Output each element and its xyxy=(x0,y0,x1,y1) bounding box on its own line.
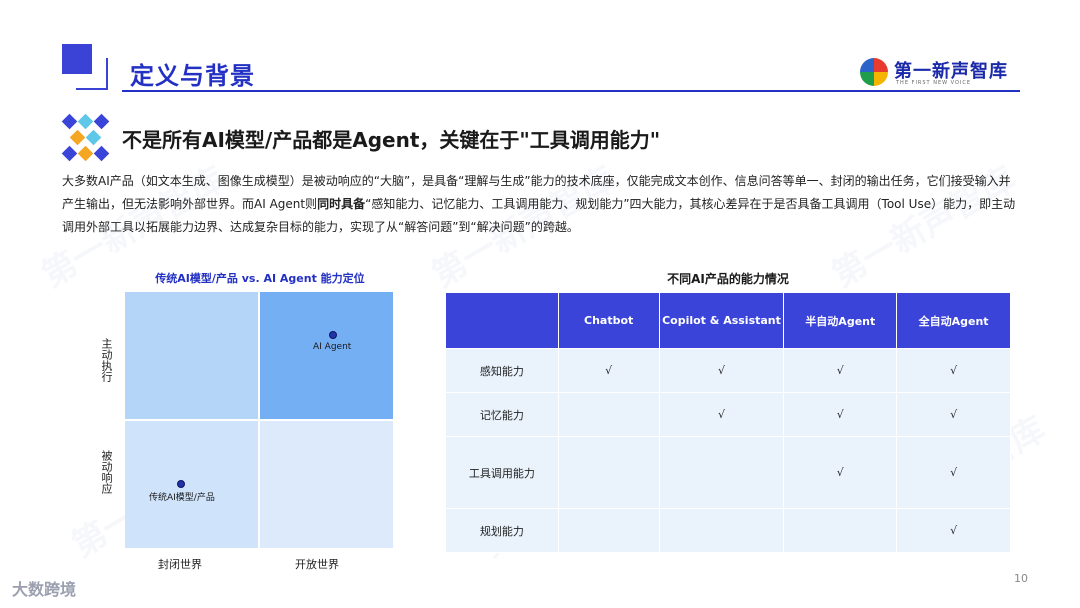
quadrant-cell xyxy=(125,421,258,548)
page-number: 10 xyxy=(1014,572,1028,585)
table-header-cell: 半自动Agent xyxy=(783,292,898,349)
diamond-grid-icon xyxy=(61,113,110,162)
brand-logo: 第一新声智库 THE FIRST NEW VOICE xyxy=(860,56,1010,90)
point-label-traditional-ai: 传统AI模型/产品 xyxy=(149,493,215,503)
table-cell: √ xyxy=(896,348,1011,393)
row-label: 记忆能力 xyxy=(445,392,559,437)
table-cell xyxy=(557,392,660,437)
table-cell: √ xyxy=(557,348,660,393)
quadrant-cell xyxy=(260,421,393,548)
table-title: 不同AI产品的能力情况 xyxy=(667,272,789,286)
point-label-ai-agent: AI Agent xyxy=(313,342,352,352)
section-subtitle: 不是所有AI模型/产品都是Agent，关键在于"工具调用能力" xyxy=(122,128,661,152)
table-row: 工具调用能力 √ √ xyxy=(445,436,1011,509)
header-decoration xyxy=(62,44,110,92)
table-cell: √ xyxy=(783,348,898,393)
quadrant-cell xyxy=(260,292,393,419)
table-header-cell: Chatbot xyxy=(557,292,660,349)
table-cell: √ xyxy=(658,348,785,393)
point-ai-agent xyxy=(329,331,337,339)
table-row: 感知能力 √ √ √ √ xyxy=(445,348,1011,393)
table-cell xyxy=(557,436,660,509)
table-cell xyxy=(557,508,660,553)
x-label-left: 封闭世界 xyxy=(158,558,202,571)
table-cell: √ xyxy=(783,436,898,509)
table-header-cell: Copilot & Assistant xyxy=(658,292,785,349)
footer-brand: 大数跨境 xyxy=(12,580,77,599)
table-cell: √ xyxy=(658,392,785,437)
header-divider xyxy=(122,90,1020,92)
table-cell xyxy=(658,436,785,509)
paragraph-emphasis: 同时具备 xyxy=(317,197,366,211)
logo-subtext: THE FIRST NEW VOICE xyxy=(896,80,972,86)
intro-paragraph: 大多数AI产品（如文本生成、图像生成模型）是被动响应的“大脑”，是具备“理解与生… xyxy=(62,170,1022,239)
y-label-top: 主动执行 xyxy=(100,338,113,382)
table-row: 记忆能力 √ √ √ xyxy=(445,392,1011,437)
quadrant-title: 传统AI模型/产品 vs. AI Agent 能力定位 xyxy=(155,272,365,285)
table-cell xyxy=(658,508,785,553)
table-header-row: Chatbot Copilot & Assistant 半自动Agent 全自动… xyxy=(445,292,1011,349)
logo-icon xyxy=(860,58,888,86)
table-cell: √ xyxy=(783,392,898,437)
capability-table: Chatbot Copilot & Assistant 半自动Agent 全自动… xyxy=(445,292,1011,553)
x-label-right: 开放世界 xyxy=(295,558,339,571)
table-cell: √ xyxy=(896,508,1011,553)
quadrant-chart: AI Agent 传统AI模型/产品 xyxy=(125,292,395,552)
row-label: 规划能力 xyxy=(445,508,559,553)
table-header-cell: 全自动Agent xyxy=(896,292,1011,349)
table-cell: √ xyxy=(896,436,1011,509)
quadrant-cell xyxy=(125,292,258,419)
table-cell xyxy=(783,508,898,553)
row-label: 感知能力 xyxy=(445,348,559,393)
y-label-bottom: 被动响应 xyxy=(100,450,113,494)
point-traditional-ai xyxy=(177,480,185,488)
page-title: 定义与背景 xyxy=(130,62,255,90)
table-cell: √ xyxy=(896,392,1011,437)
row-label: 工具调用能力 xyxy=(445,436,559,509)
table-header-cell xyxy=(445,292,559,349)
table-row: 规划能力 √ xyxy=(445,508,1011,553)
